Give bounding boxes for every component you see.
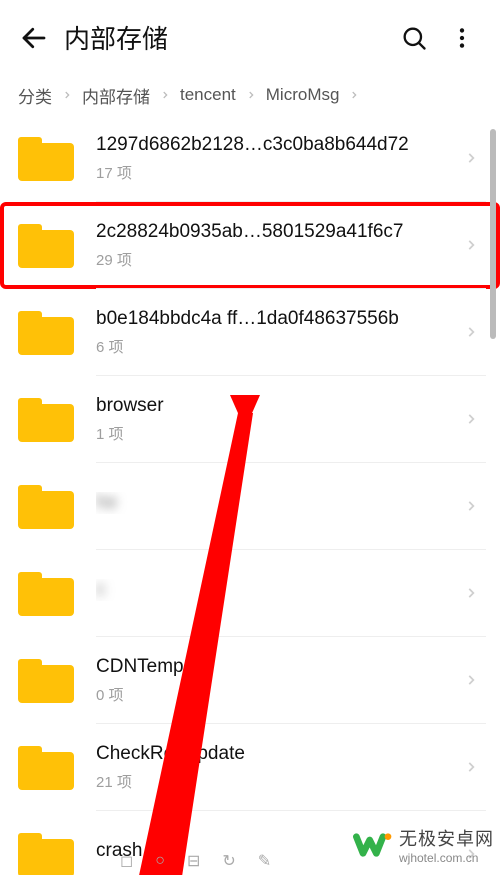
watermark-logo-icon [353,825,393,865]
more-menu-button[interactable] [438,14,486,62]
folder-icon [18,485,74,529]
folder-subtitle: 29 项 [96,249,442,270]
folder-icon [18,224,74,268]
chevron-right-icon [464,235,478,255]
tool-icon: ○ [155,852,165,870]
breadcrumb: 分类 内部存储 tencent MicroMsg [0,75,500,115]
folder-name: 2c28824b0935ab…5801529a41f6c7 [96,221,442,243]
chevron-right-icon [246,90,256,100]
folder-subtitle: 17 项 [96,162,442,183]
breadcrumb-item[interactable]: tencent [180,85,236,105]
folder-name: c [96,579,442,601]
scrollbar[interactable] [490,129,496,339]
folder-info: browser 1 项 [96,376,486,463]
chevron-right-icon [464,148,478,168]
title-bar: 内部存储 [0,0,500,75]
folder-icon [18,398,74,442]
chevron-right-icon [464,670,478,690]
folder-info: CheckResUpdate 21 项 [96,724,486,811]
folder-info: c [96,550,486,637]
chevron-right-icon [349,90,359,100]
breadcrumb-item[interactable]: MicroMsg [266,85,340,105]
folder-row[interactable]: c [0,550,500,637]
folder-row[interactable]: browser 1 项 [0,376,500,463]
chevron-right-icon [464,496,478,516]
folder-row[interactable]: 2c28824b0935ab…5801529a41f6c7 29 项 [0,202,500,289]
folder-icon [18,311,74,355]
folder-subtitle: 6 项 [96,336,442,357]
folder-name: CheckResUpdate [96,743,442,765]
page-title: 内部存储 [64,19,390,56]
folder-name: b0e184bbdc4a ff…1da0f48637556b [96,308,442,330]
folder-name: browser [96,395,442,417]
watermark-url: wjhotel.com.cn [399,851,494,865]
tool-icon: ✎ [258,851,271,871]
folder-icon [18,833,74,875]
folder-info: 1297d6862b2128…c3c0ba8b644d72 17 项 [96,115,486,202]
folder-icon [18,746,74,790]
folder-row[interactable]: b0e184bbdc4a ff…1da0f48637556b 6 项 [0,289,500,376]
folder-info: he [96,463,486,550]
folder-list: 1297d6862b2128…c3c0ba8b644d72 17 项 2c28824… [0,115,500,875]
chevron-right-icon [464,409,478,429]
chevron-right-icon [160,90,170,100]
folder-subtitle: 1 项 [96,423,442,444]
folder-icon [18,137,74,181]
tool-icon: ↻ [222,851,235,871]
chevron-right-icon [464,322,478,342]
folder-info: CDNTemp 0 项 [96,637,486,724]
folder-info: 2c28824b0935ab…5801529a41f6c7 29 项 [96,202,486,289]
watermark: 无极安卓网 wjhotel.com.cn [353,825,494,865]
more-vertical-icon [449,25,475,51]
breadcrumb-item[interactable]: 分类 [18,83,52,108]
chevron-right-icon [62,90,72,100]
search-button[interactable] [390,14,438,62]
editor-toolbar: ◻ ○ ⊟ ↻ ✎ [120,847,271,875]
search-icon [400,24,428,52]
chevron-right-icon [464,757,478,777]
folder-row[interactable]: 1297d6862b2128…c3c0ba8b644d72 17 项 [0,115,500,202]
arrow-left-icon [19,23,49,53]
folder-subtitle: 0 项 [96,684,442,705]
folder-icon [18,659,74,703]
folder-row[interactable]: he [0,463,500,550]
watermark-title: 无极安卓网 [399,825,494,851]
folder-icon [18,572,74,616]
chevron-right-icon [464,583,478,603]
back-button[interactable] [10,14,58,62]
folder-name: 1297d6862b2128…c3c0ba8b644d72 [96,134,442,156]
folder-info: b0e184bbdc4a ff…1da0f48637556b 6 项 [96,289,486,376]
folder-name: CDNTemp [96,656,442,678]
folder-row[interactable]: CheckResUpdate 21 项 [0,724,500,811]
tool-icon: ◻ [120,851,133,871]
folder-subtitle: 21 项 [96,771,442,792]
breadcrumb-item[interactable]: 内部存储 [82,83,150,108]
tool-icon: ⊟ [187,851,200,871]
folder-name: he [96,492,442,514]
folder-row[interactable]: CDNTemp 0 项 [0,637,500,724]
